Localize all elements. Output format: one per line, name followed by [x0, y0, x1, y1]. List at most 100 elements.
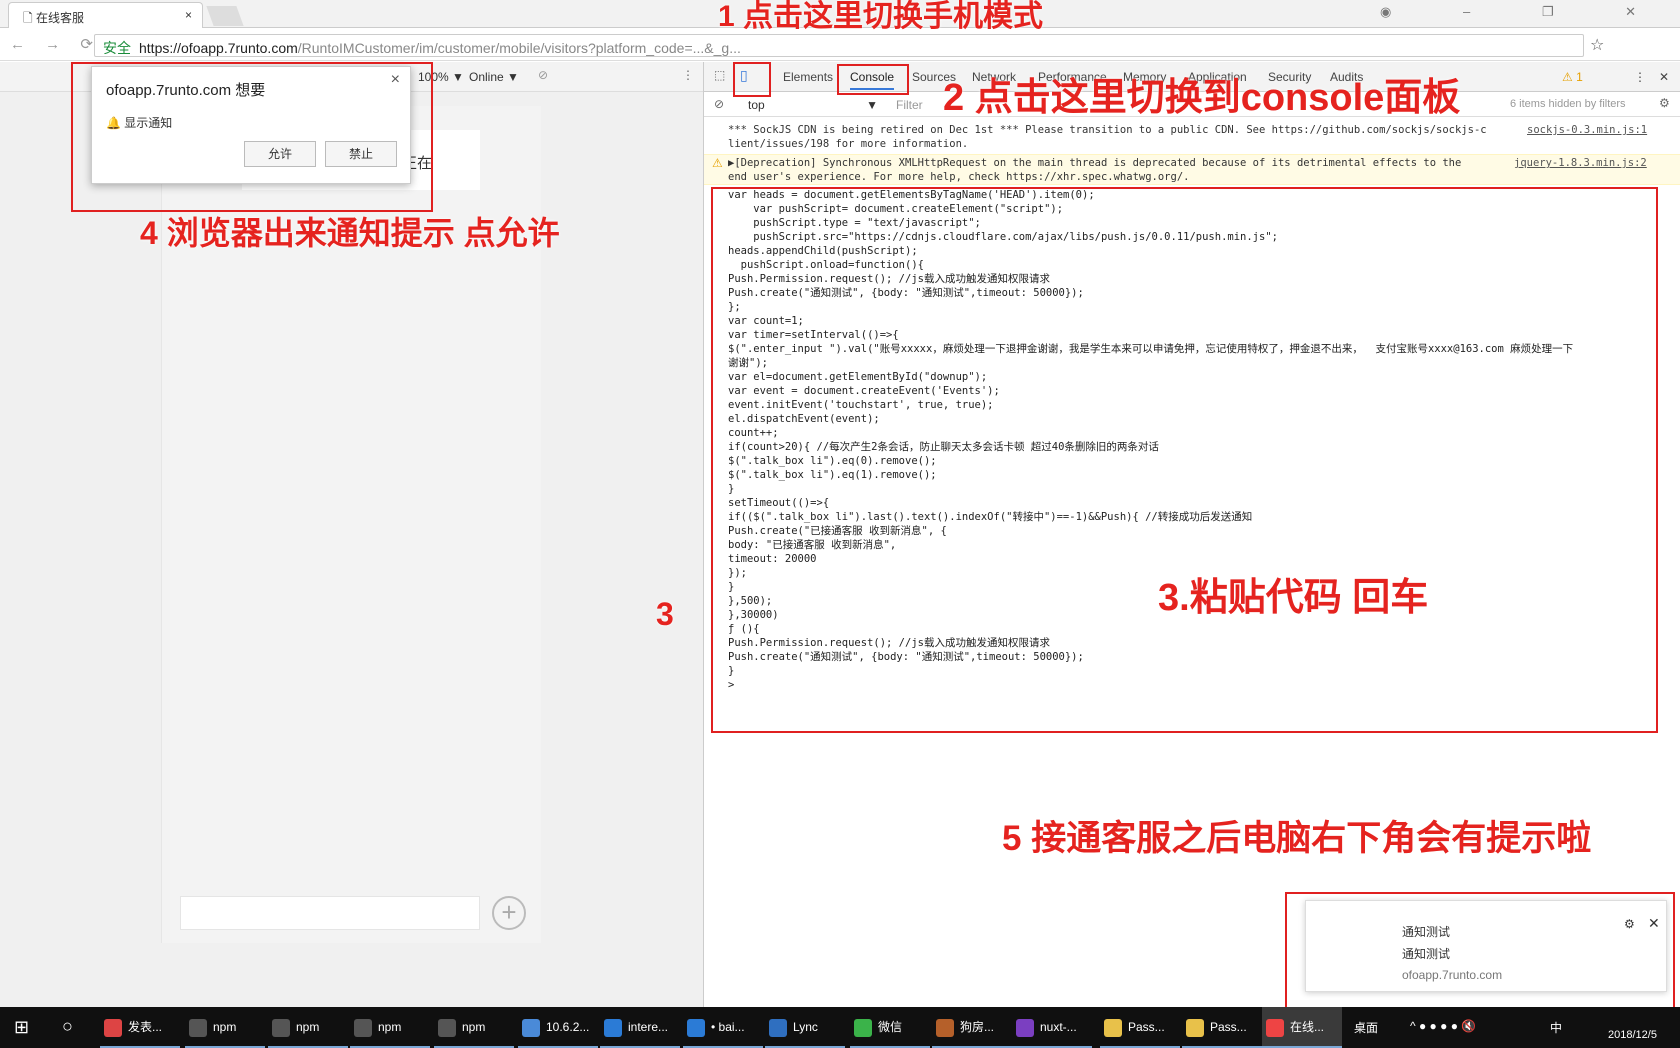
search-circle-icon[interactable]: ○ [62, 1016, 73, 1037]
taskbar-item-label: npm [296, 1020, 320, 1034]
app-icon [936, 1018, 954, 1037]
tab-audits[interactable]: Audits [1330, 70, 1363, 84]
code-line: Push.create("通知测试", {body: "通知测试",timeou… [728, 287, 1084, 299]
app-icon [1104, 1018, 1122, 1037]
taskbar-item[interactable]: Pass... [1100, 1007, 1180, 1048]
taskbar-item[interactable]: 微信 [850, 1007, 930, 1048]
app-icon [854, 1018, 872, 1037]
more-icon[interactable]: ⋮ [682, 68, 694, 82]
device-toggle-icon[interactable]: ▯ [740, 67, 748, 84]
taskbar-item[interactable]: 发表... [100, 1007, 180, 1048]
tab-sources[interactable]: Sources [912, 70, 956, 84]
chat-input[interactable] [180, 896, 480, 930]
tab-memory[interactable]: Memory [1123, 70, 1166, 84]
taskbar-item-label: intere... [628, 1020, 669, 1034]
taskbar-item[interactable]: Pass... [1182, 1007, 1262, 1048]
rotate-icon[interactable]: ⊘ [538, 68, 548, 82]
console-code-input[interactable]: var heads = document.getElementsByTagNam… [728, 188, 1573, 692]
url-input[interactable]: 安全 https://ofoapp.7runto.com/RuntoIMCusto… [94, 34, 1584, 57]
taskbar-item[interactable]: 在线... [1262, 1007, 1342, 1048]
warning-icon: ⚠ [712, 156, 723, 170]
tab-title: 在线客服 [35, 11, 84, 25]
bookmark-star-icon[interactable]: ☆ [1590, 35, 1604, 55]
source-link[interactable]: jquery-1.8.3.min.js:2 [1514, 156, 1647, 170]
code-line: } [728, 483, 735, 495]
code-line: Push.create("已接通客服 收到新消息", { [728, 525, 947, 537]
code-line: },30000) [728, 609, 779, 621]
new-tab-button[interactable] [206, 6, 244, 26]
context-select[interactable]: top ▼ [748, 98, 878, 112]
settings-gear-icon[interactable]: ⚙ [1659, 96, 1670, 110]
devtools-panel: ⬚ ▯ Elements Console Sources Network Per… [703, 62, 1680, 1007]
desktop-label[interactable]: 桌面 [1354, 1019, 1378, 1036]
tab-application[interactable]: Application [1188, 70, 1247, 84]
code-line: if(($(".talk_box li").last().text().inde… [728, 511, 1253, 523]
taskbar-item[interactable]: nuxt-... [1012, 1007, 1092, 1048]
code-line: $(".talk_box li").eq(1).remove(); [728, 469, 937, 481]
taskbar-item-label: 微信 [878, 1020, 903, 1034]
warning-message-cont: end user's experience. For more help, ch… [728, 171, 1190, 183]
clock-date[interactable]: 2018/12/5 [1608, 1029, 1657, 1041]
taskbar-item[interactable]: npm [434, 1007, 514, 1048]
taskbar-item[interactable]: 狗房... [932, 1007, 1012, 1048]
taskbar-item[interactable]: • bai... [683, 1007, 763, 1048]
warning-count[interactable]: ⚠ 1 [1562, 70, 1583, 84]
tab-console[interactable]: Console [850, 70, 895, 90]
taskbar-item[interactable]: 10.6.2... [518, 1007, 598, 1048]
tab-network[interactable]: Network [972, 70, 1016, 84]
taskbar-item[interactable]: npm [268, 1007, 348, 1048]
close-icon[interactable]: × [391, 71, 400, 89]
taskbar-item-label: Pass... [1128, 1020, 1165, 1034]
taskbar-item-label: npm [378, 1020, 402, 1034]
close-tab-icon[interactable]: × [185, 8, 192, 22]
page-icon: 🗋 [23, 11, 36, 25]
tab-performance[interactable]: Performance [1038, 70, 1107, 84]
taskbar-item[interactable]: intere... [600, 1007, 680, 1048]
ime-indicator[interactable]: 中 [1550, 1019, 1562, 1036]
hidden-count: 6 items hidden by filters [1510, 98, 1626, 110]
code-line: heads.appendChild(pushScript); [728, 245, 918, 257]
tab-strip: 🗋 在线客服 × ◉ – ❐ ✕ [0, 0, 1680, 28]
menu-icon[interactable]: ⋮ [1634, 70, 1646, 84]
code-line: var el=document.getElementById("downup")… [728, 371, 988, 383]
code-line: timeout: 20000 [728, 553, 817, 565]
close-devtools-icon[interactable]: ✕ [1659, 70, 1669, 84]
taskbar-item-label: 10.6.2... [546, 1020, 590, 1034]
taskbar-item-label: • bai... [711, 1020, 745, 1034]
window-controls[interactable]: ◉ – ❐ ✕ [1380, 4, 1670, 20]
code-line: var timer=setInterval(()=>{ [728, 329, 899, 341]
nav-buttons[interactable]: ← → ⟳ [10, 35, 101, 53]
notification-permission-dialog: ofoapp.7runto.com 想要 × 🔔 显示通知 允许 禁止 [91, 66, 411, 184]
code-line: event.initEvent('touchstart', true, true… [728, 399, 994, 411]
allow-button[interactable]: 允许 [244, 141, 316, 167]
toast-settings-icon[interactable]: ⚙ [1624, 917, 1635, 931]
tab-security[interactable]: Security [1268, 70, 1311, 84]
code-line: if(count>20){ //每次产生2条会话，防止聊天太多会话卡顿 超过40… [728, 441, 1159, 453]
block-button[interactable]: 禁止 [325, 141, 397, 167]
tab-elements[interactable]: Elements [783, 70, 833, 84]
code-line: 谢谢"); [728, 357, 768, 369]
zoom-select[interactable]: 100% ▼ [418, 70, 464, 84]
desktop-notification[interactable]: 通知测试 通知测试 ofoapp.7runto.com ⚙ ✕ [1305, 900, 1667, 992]
inspect-icon[interactable]: ⬚ [714, 68, 725, 82]
toast-body: 通知测试 [1402, 947, 1451, 961]
code-line: setTimeout(()=>{ [728, 497, 830, 509]
taskbar-item[interactable]: npm [185, 1007, 265, 1048]
code-line: $(".talk_box li").eq(0).remove(); [728, 455, 937, 467]
taskbar-item[interactable]: npm [350, 1007, 430, 1048]
tray-icons[interactable]: ^ ● ● ● ● 🔇 [1410, 1019, 1476, 1033]
app-icon [272, 1018, 290, 1037]
url-host: https://ofoapp.7runto.com [139, 40, 298, 56]
filter-input[interactable]: Filter [896, 98, 923, 112]
network-select[interactable]: Online ▼ [469, 70, 519, 84]
add-button[interactable]: + [492, 896, 526, 930]
code-line: body: "已接通客服 收到新消息", [728, 539, 897, 551]
clear-console-icon[interactable]: ⊘ [714, 97, 724, 111]
toast-source: ofoapp.7runto.com [1402, 968, 1503, 982]
toast-close-icon[interactable]: ✕ [1648, 915, 1660, 932]
source-link[interactable]: sockjs-0.3.min.js:1 [1527, 123, 1647, 137]
taskbar-item[interactable]: Lync [765, 1007, 845, 1048]
browser-tab[interactable]: 🗋 在线客服 × [8, 2, 203, 28]
start-windows-icon[interactable]: ⊞ [14, 1017, 29, 1038]
console-message: *** SockJS CDN is being retired on Dec 1… [728, 124, 1487, 136]
